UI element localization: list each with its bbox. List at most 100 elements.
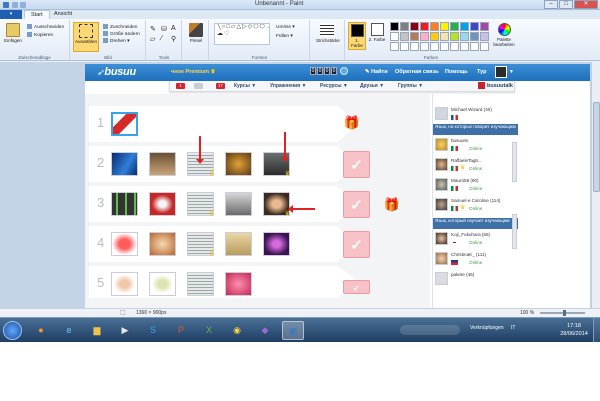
color-swatch[interactable] [430,42,439,51]
lesson-thumbnail-news[interactable]: ♛ [187,192,214,217]
select-button[interactable]: Auswählen [73,22,99,52]
magnifier-tool[interactable]: ⚲ [171,35,176,43]
media-player-icon[interactable]: ▶ [114,321,136,340]
pasted-website-image[interactable]: ➶busuu чное Premium ♛ 0 0 0 0 ✎ Найти Об… [85,64,590,308]
messages-badge[interactable]: 17 [216,83,225,89]
lesson-thumbnail-web[interactable] [111,152,138,176]
color-swatch[interactable] [470,32,479,41]
scrollbar-thumb[interactable] [593,102,600,192]
close-button[interactable]: ✕ [574,0,598,9]
user-entry[interactable]: Samuel e Caroline (114) ♛ Online [435,197,515,215]
maximize-button[interactable]: □ [559,0,573,9]
color1-button[interactable]: 1. Farbe [348,22,366,50]
lesson-thumbnail-couple[interactable] [225,272,252,296]
firefox-icon[interactable]: ● [30,321,52,340]
color-swatch[interactable] [400,32,409,41]
notification-badge[interactable]: 1 [176,83,185,89]
completed-check-icon[interactable]: ✓ [343,151,370,178]
color-swatch[interactable] [460,22,469,31]
color-swatch[interactable] [420,22,429,31]
outline-button[interactable]: Umriss ▾ [276,25,295,30]
nav-resources[interactable]: Ресурсы ▼ [320,83,348,89]
vertical-scrollbar[interactable] [591,62,600,308]
tab-start[interactable]: Start [24,10,50,19]
color-swatch[interactable] [400,42,409,51]
color-swatch[interactable] [450,32,459,41]
copy-button[interactable]: Kopieren [27,32,53,38]
lesson-thumbnail-woman[interactable]: ♛ [263,192,290,217]
completed-check-icon[interactable]: ✓ [343,191,370,218]
color-swatch[interactable] [420,32,429,41]
edit-colors-button[interactable]: Palette bearbeiten [492,22,516,50]
completed-check-icon[interactable]: ✓ [343,231,370,258]
tab-view[interactable]: Ansicht [48,10,78,19]
visual-studio-icon[interactable]: ◆ [254,321,276,340]
start-button[interactable] [3,321,22,340]
gift-icon[interactable]: 🎁 [383,196,401,214]
gift-icon[interactable]: 🎁 [343,114,361,132]
color-swatch[interactable] [450,42,459,51]
color-swatch[interactable] [480,22,489,31]
lesson-thumbnail-map[interactable] [225,232,252,256]
color-swatch[interactable] [390,22,399,31]
color-swatch[interactable] [400,22,409,31]
color-swatch[interactable] [410,32,419,41]
lesson-thumbnail-article[interactable]: ♛ [187,232,214,257]
user-entry[interactable]: RaffaeleTag6... ♛ Online [435,157,515,175]
fill-tool[interactable]: ⛁ [161,25,167,33]
nav-courses[interactable]: Курсы ▼ [234,83,256,89]
tray-label[interactable]: Verknüpfungen [470,325,504,331]
lesson-thumbnail-gadgets[interactable] [225,192,252,216]
completed-check-icon[interactable]: ✓ [343,280,370,294]
nav-friends[interactable]: Друзья ▼ [360,83,384,89]
lesson-thumbnail-books[interactable] [149,152,176,176]
paint-app-icon[interactable] [3,2,9,8]
user-entry[interactable]: Mauro58 (90) Online [435,177,515,195]
color-swatch[interactable] [440,32,449,41]
fill-button[interactable]: Füllen ▾ [276,34,293,39]
size-button[interactable]: Strichstärke [316,22,340,52]
color-swatch[interactable] [480,32,489,41]
crop-button[interactable]: Zuschneiden [103,24,137,30]
text-tool[interactable]: A [171,25,176,32]
color-swatch[interactable] [390,32,399,41]
messages-icon[interactable]: · [194,83,203,89]
user-entry[interactable]: pakete (46) [435,271,515,289]
color-swatch[interactable] [430,22,439,31]
chrome-icon[interactable]: ◉ [226,321,248,340]
excel-icon[interactable]: X [198,321,220,340]
chevron-down-icon[interactable]: ▼ [509,69,514,75]
color-swatch[interactable] [440,42,449,51]
resize-button[interactable]: Größe ändern [103,31,140,37]
color-swatch[interactable] [480,42,489,51]
file-menu-button[interactable]: ▾ [0,10,22,19]
color-swatch[interactable] [420,42,429,51]
tour-link[interactable]: Тур [477,69,487,75]
color-swatch[interactable] [430,32,439,41]
feedback-link[interactable]: Обратная связь [395,69,439,75]
avatar[interactable] [495,66,507,78]
color-swatch[interactable] [440,22,449,31]
color-swatch[interactable] [470,22,479,31]
lesson-thumbnail-figure[interactable] [149,272,176,296]
color-swatch[interactable] [460,32,469,41]
color2-button[interactable]: 2. Farbe [368,22,386,50]
cut-button[interactable]: Ausschneiden [27,24,64,30]
lesson-thumbnail-hearts[interactable] [111,232,138,256]
nav-exercises[interactable]: Упражнения ▼ [270,83,306,89]
brush-button[interactable]: Pinsel [185,22,207,52]
save-quick-icon[interactable] [12,2,18,8]
color-swatch[interactable] [460,42,469,51]
user-entry[interactable]: busuumi Online [435,137,515,155]
clock[interactable]: 17:18 28/06/2014 [558,322,590,338]
color-swatch[interactable] [470,42,479,51]
language-indicator[interactable]: IT [511,325,515,331]
lesson-thumbnail-man[interactable] [111,272,138,296]
minimize-button[interactable]: – [544,0,558,9]
show-desktop-button[interactable] [593,318,600,342]
powerpoint-icon[interactable]: P [170,321,192,340]
paint-taskbar-icon[interactable]: ▣ [282,321,304,340]
pencil-tool[interactable]: ✎ [150,25,156,33]
explorer-folder-icon[interactable]: ▆ [86,321,108,340]
color-swatch[interactable] [410,22,419,31]
